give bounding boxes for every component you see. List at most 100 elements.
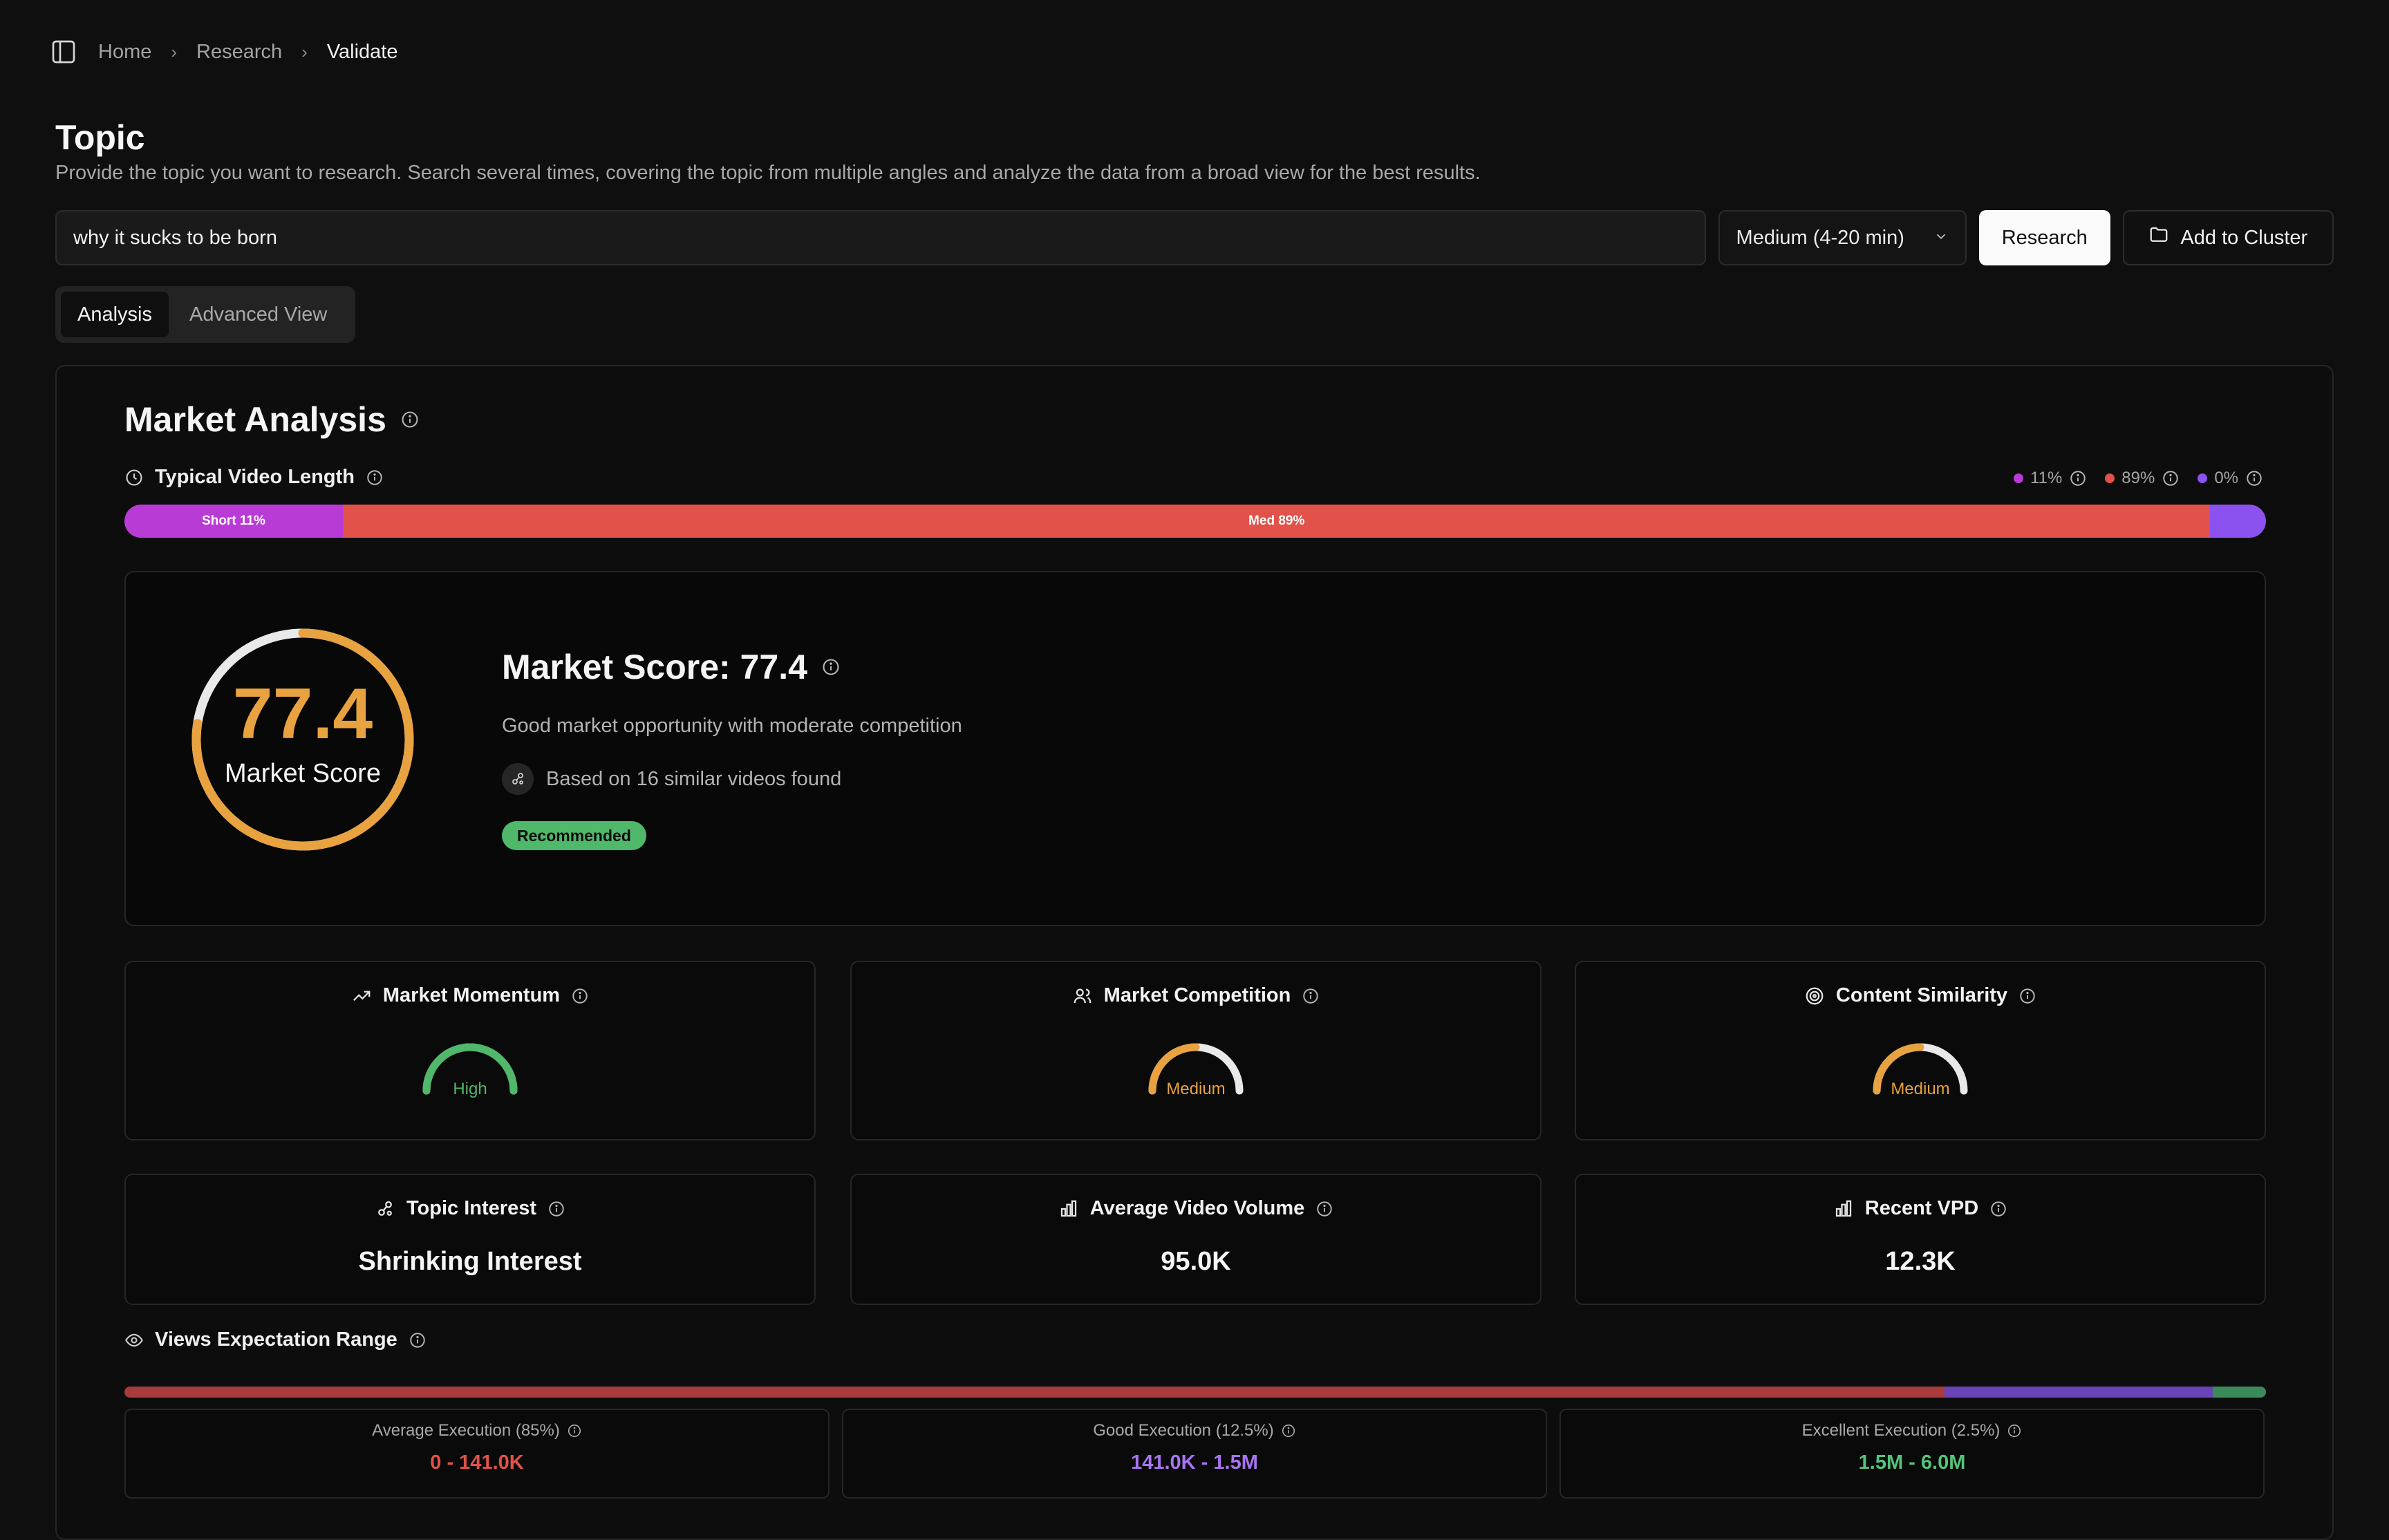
legend-item-short: 11% [2014, 469, 2087, 488]
add-to-cluster-label: Add to Cluster [2180, 226, 2308, 249]
video-length-select-value: Medium (4-20 min) [1736, 226, 1904, 249]
info-icon[interactable] [1315, 1200, 1333, 1218]
length-segment-long [2210, 505, 2266, 538]
views-range-bar [124, 1387, 2266, 1398]
average-video-volume-value: 95.0K [1161, 1247, 1231, 1276]
recommended-badge: Recommended [502, 821, 646, 850]
info-icon[interactable] [2007, 1423, 2022, 1438]
similar-videos-row: Based on 16 similar videos found [502, 763, 841, 795]
good-execution-label: Good Execution (12.5%) [1093, 1421, 1274, 1440]
market-score-title: Market Score: 77.4 [502, 647, 841, 687]
market-competition-level: Medium [1166, 1080, 1226, 1098]
topic-interest-card: Topic Interest Shrinking Interest [124, 1174, 816, 1305]
breadcrumb-home[interactable]: Home [98, 41, 151, 64]
share-nodes-icon [375, 1199, 395, 1219]
video-length-legend: 11% 89% 0% [2014, 469, 2263, 488]
excellent-execution-card: Excellent Execution (2.5%) 1.5M - 6.0M [1559, 1409, 2265, 1499]
content-similarity-card: Content Similarity Medium [1575, 961, 2266, 1140]
info-icon[interactable] [821, 657, 841, 677]
content-similarity-gauge: Medium [1868, 1037, 1972, 1113]
topic-interest-title: Topic Interest [406, 1197, 536, 1219]
legend-value: 0% [2214, 469, 2238, 487]
market-score-box: 77.4 Market Score Market Score: 77.4 Goo… [124, 571, 2266, 926]
info-icon[interactable] [571, 987, 589, 1005]
trending-up-icon [351, 986, 372, 1006]
video-length-label: Typical Video Length [124, 466, 384, 489]
clock-icon [124, 468, 144, 487]
market-analysis-panel: Market Analysis Typical Video Length 11%… [55, 365, 2334, 1540]
chevron-right-icon: › [301, 41, 308, 62]
info-icon[interactable] [1989, 1200, 2007, 1218]
excellent-execution-header: Excellent Execution (2.5%) [1561, 1421, 2263, 1440]
market-score-summary: Good market opportunity with moderate co… [502, 715, 962, 737]
similar-videos-text: Based on 16 similar videos found [546, 767, 842, 790]
search-row: Medium (4-20 min) Research Add to Cluste… [55, 210, 2334, 265]
market-score-heading: Market Score: 77.4 [502, 648, 807, 686]
views-range-heading: Views Expectation Range [155, 1328, 397, 1351]
tab-advanced-view[interactable]: Advanced View [173, 292, 344, 337]
recent-vpd-header: Recent VPD [1576, 1197, 2265, 1220]
page-title: Topic [55, 118, 145, 157]
market-score-gauge-label: Market Score [225, 759, 381, 788]
recent-vpd-value: 12.3K [1885, 1247, 1956, 1276]
market-analysis-heading: Market Analysis [124, 400, 386, 439]
range-segment-excellent [2212, 1387, 2266, 1398]
info-icon[interactable] [2162, 469, 2180, 487]
page-description: Provide the topic you want to research. … [55, 162, 1481, 184]
breadcrumb-research[interactable]: Research [196, 41, 282, 64]
legend-value: 89% [2121, 469, 2155, 487]
info-icon[interactable] [2245, 469, 2263, 487]
market-score-gauge: 77.4 Market Score [188, 625, 418, 854]
info-icon[interactable] [400, 410, 420, 429]
info-icon[interactable] [1302, 987, 1320, 1005]
info-icon[interactable] [547, 1200, 565, 1218]
market-competition-gauge: Medium [1144, 1037, 1248, 1113]
video-length-heading: Typical Video Length [155, 466, 355, 488]
users-icon [1072, 986, 1093, 1006]
info-icon[interactable] [409, 1331, 427, 1349]
content-similarity-level: Medium [1891, 1080, 1950, 1098]
average-execution-label: Average Execution (85%) [372, 1421, 560, 1440]
average-execution-range: 0 - 141.0K [430, 1452, 524, 1474]
info-icon[interactable] [2018, 987, 2036, 1005]
market-score-value: 77.4 [232, 674, 373, 754]
bar-chart-icon [1833, 1199, 1854, 1219]
info-icon[interactable] [2069, 469, 2087, 487]
topic-interest-value: Shrinking Interest [358, 1247, 582, 1276]
legend-dot [2198, 473, 2208, 483]
chevron-right-icon: › [171, 41, 178, 62]
excellent-execution-range: 1.5M - 6.0M [1858, 1452, 1966, 1474]
market-momentum-gauge: High [418, 1037, 522, 1113]
eye-icon [124, 1331, 144, 1350]
market-analysis-title: Market Analysis [124, 400, 420, 440]
sidebar-toggle-icon[interactable] [48, 37, 79, 67]
market-momentum-level: High [453, 1080, 487, 1098]
good-execution-header: Good Execution (12.5%) [843, 1421, 1546, 1440]
average-video-volume-title: Average Video Volume [1089, 1197, 1305, 1219]
add-to-cluster-button[interactable]: Add to Cluster [2122, 210, 2334, 265]
video-length-select[interactable]: Medium (4-20 min) [1718, 210, 1967, 265]
length-segment-medium: Med 89% [342, 505, 2211, 538]
average-video-volume-card: Average Video Volume 95.0K [850, 1174, 1542, 1305]
tab-analysis[interactable]: Analysis [61, 292, 169, 337]
info-icon[interactable] [1281, 1423, 1296, 1438]
recent-vpd-card: Recent VPD 12.3K [1575, 1174, 2266, 1305]
recent-vpd-title: Recent VPD [1864, 1197, 1979, 1219]
view-tabs: Analysis Advanced View [55, 286, 355, 343]
views-range-label: Views Expectation Range [124, 1328, 427, 1351]
topic-search-input[interactable] [55, 210, 1706, 265]
market-momentum-card: Market Momentum High [124, 961, 816, 1140]
content-similarity-title: Content Similarity [1835, 984, 2008, 1006]
legend-item-medium: 89% [2105, 469, 2180, 488]
market-momentum-title: Market Momentum [382, 984, 561, 1006]
info-icon[interactable] [366, 469, 384, 487]
folder-icon [2148, 225, 2169, 251]
legend-dot [2014, 473, 2023, 483]
average-video-volume-header: Average Video Volume [852, 1197, 1540, 1220]
range-segment-average [124, 1387, 1945, 1398]
average-execution-card: Average Execution (85%) 0 - 141.0K [124, 1409, 830, 1499]
average-execution-header: Average Execution (85%) [126, 1421, 828, 1440]
range-segment-good [1945, 1387, 2213, 1398]
research-button[interactable]: Research [1978, 210, 2110, 265]
info-icon[interactable] [567, 1423, 582, 1438]
